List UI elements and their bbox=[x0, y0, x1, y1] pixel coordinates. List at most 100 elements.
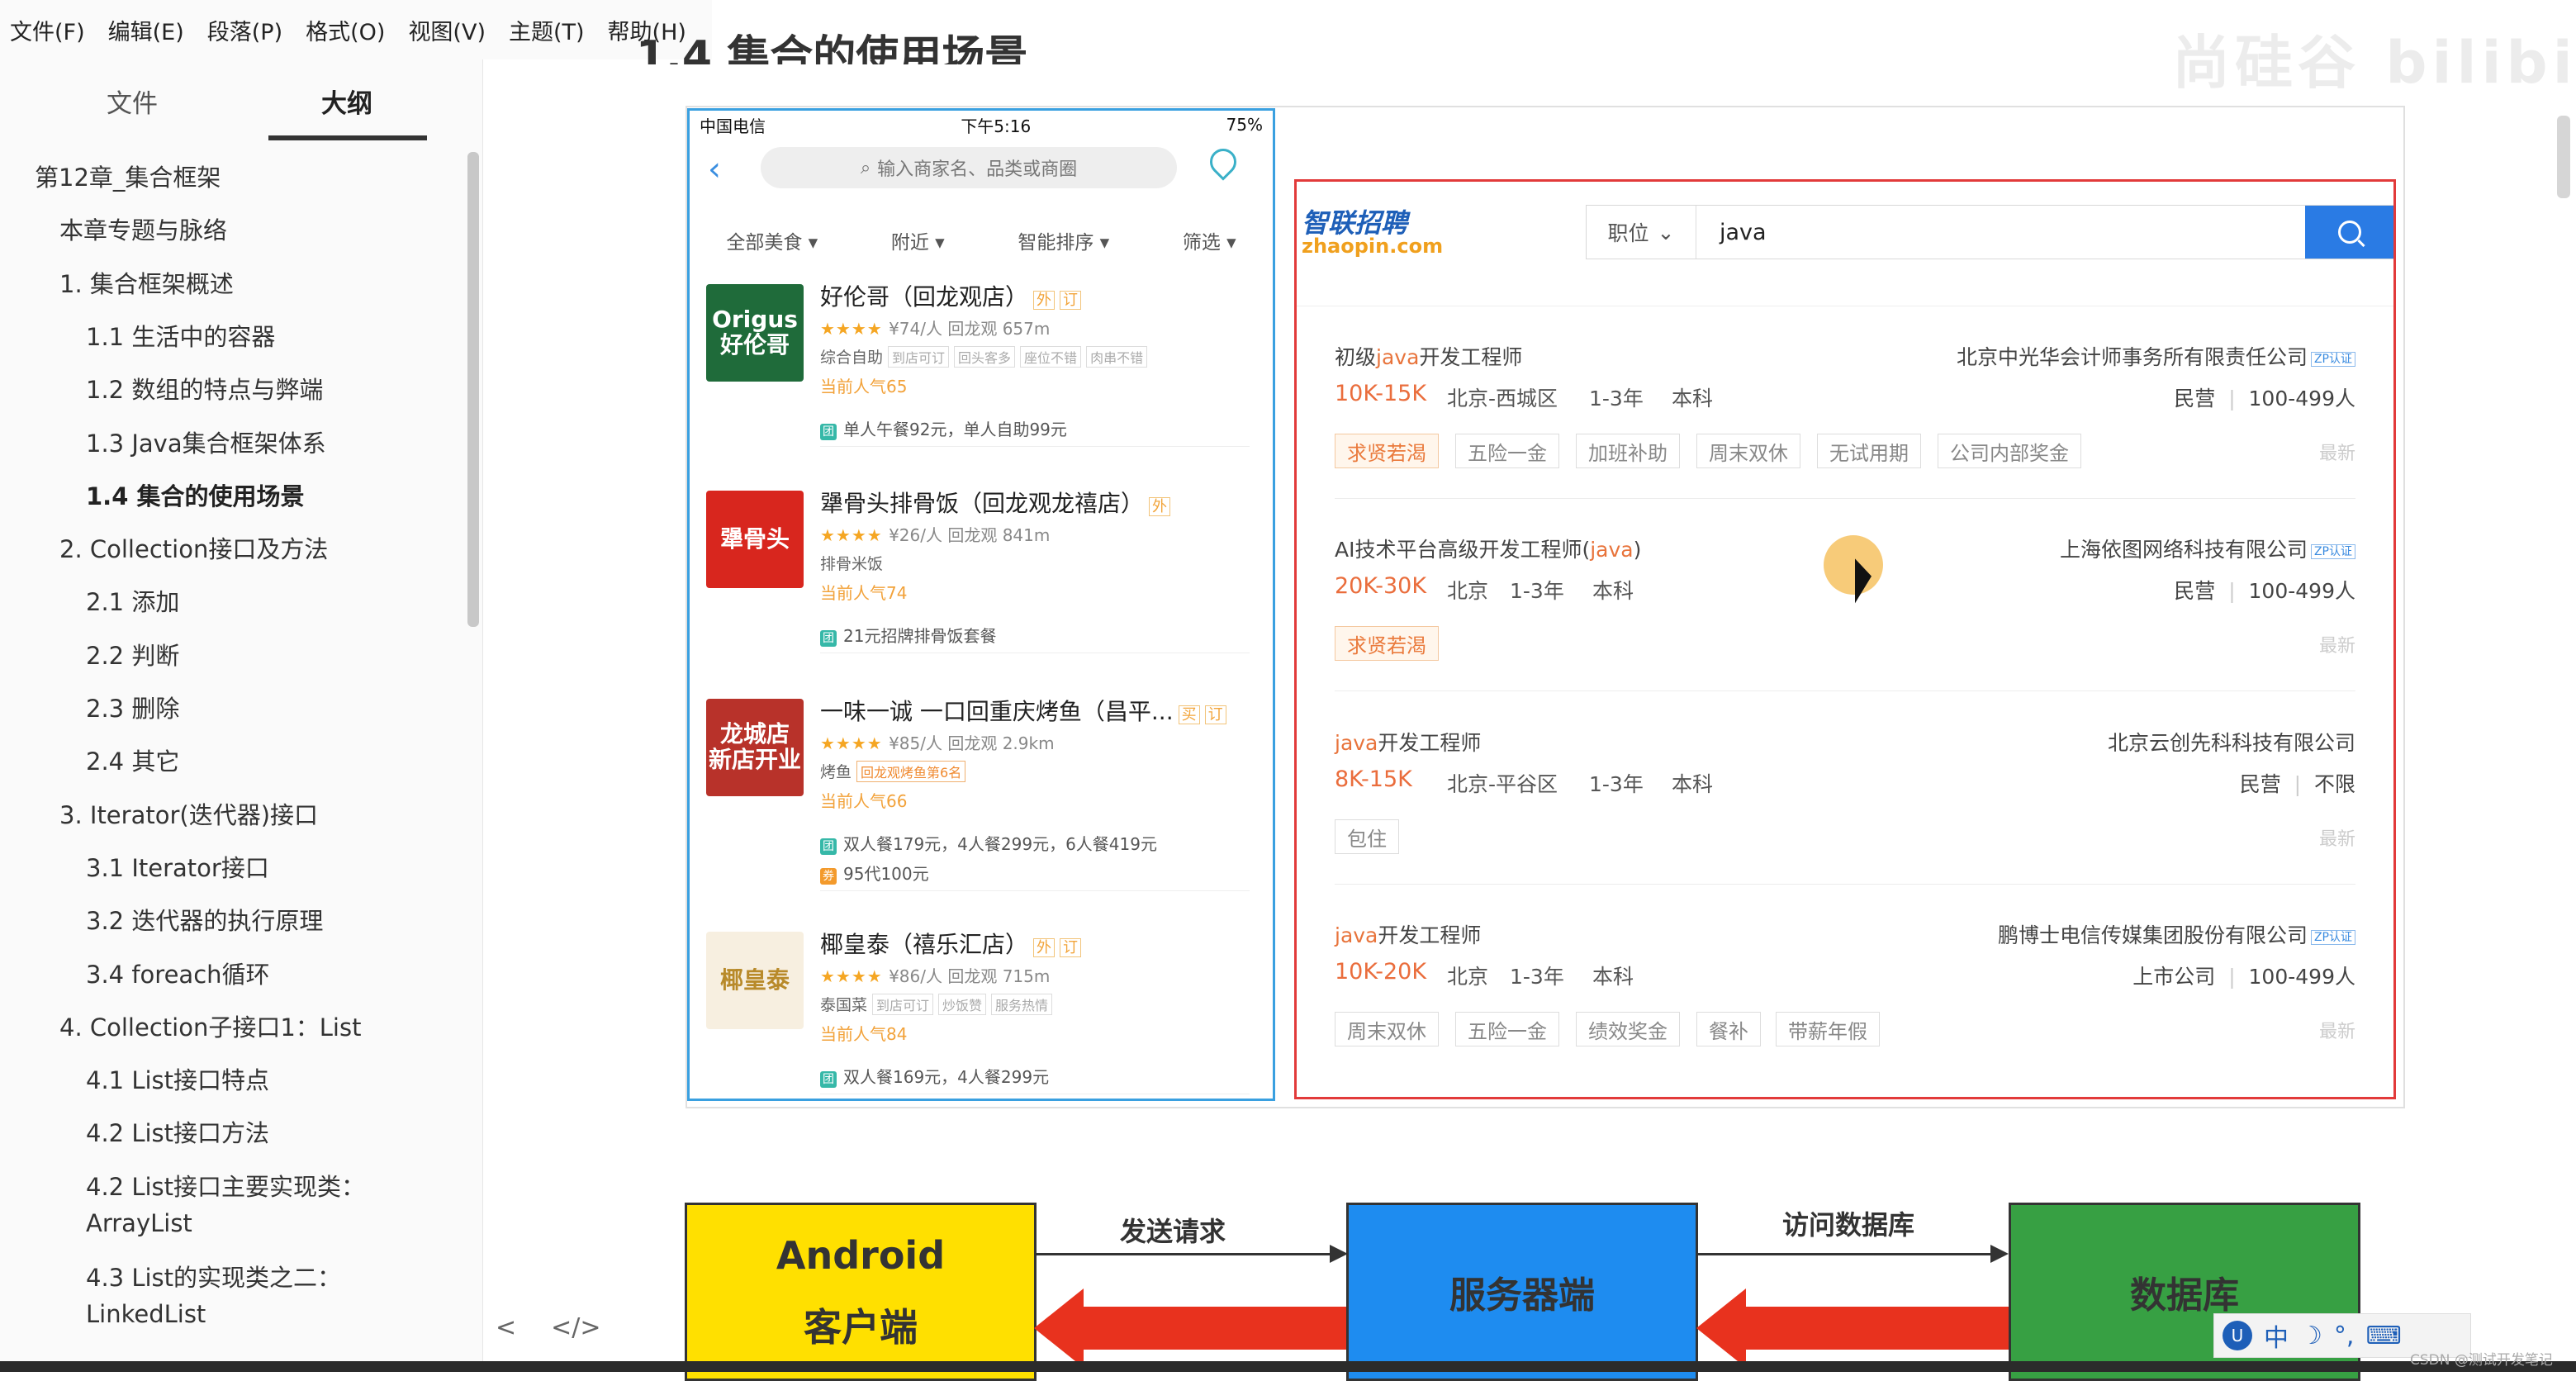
shop-meta: ★★★★ ¥86/人 回龙观 715m bbox=[820, 966, 1051, 986]
csdn-watermark: CSDN @测试开发笔记 bbox=[2410, 1352, 2553, 1369]
job-title[interactable]: 初级java开发工程师 bbox=[1335, 341, 1522, 371]
outline-item[interactable]: 3.4 foreach循环 bbox=[86, 956, 270, 990]
shop-tag: 外 bbox=[1033, 938, 1056, 957]
deal-badge-icon: 券 bbox=[820, 868, 837, 885]
outline-item[interactable]: 4.2 List接口主要实现类： bbox=[86, 1168, 365, 1203]
menu-edit[interactable]: 编辑(E) bbox=[108, 14, 184, 46]
search-icon: ⌕ bbox=[860, 157, 871, 178]
job-divider bbox=[1335, 884, 2355, 885]
job-benefit-tag: 绩效奖金 bbox=[1576, 1012, 1680, 1046]
menu-view[interactable]: 视图(V) bbox=[408, 14, 486, 46]
response-arrow bbox=[1082, 1307, 1346, 1350]
section-heading: 1.4 集合的使用场景 bbox=[636, 32, 1028, 64]
sidebar-scrollbar[interactable] bbox=[467, 152, 479, 627]
job-benefit-tag: 求贤若渴 bbox=[1335, 434, 1439, 468]
job-salary: 20K-30K bbox=[1335, 573, 1427, 599]
company-name[interactable]: 鹏博士电信传媒集团股份有限公司 ZP认证 bbox=[1998, 919, 2355, 949]
company-name[interactable]: 北京云创先科科技有限公司 bbox=[2108, 727, 2355, 757]
shop-deal[interactable]: 团双人餐169元，4人餐299元 bbox=[820, 1064, 1049, 1088]
outline-item[interactable]: 3.1 Iterator接口 bbox=[86, 849, 269, 884]
tab-outline[interactable]: 大纲 bbox=[264, 83, 429, 120]
filter-dropdown[interactable]: 智能排序 ▾ bbox=[1018, 226, 1109, 254]
keyboard-icon[interactable]: ⌨ bbox=[2365, 1322, 2401, 1350]
db-access-label: 访问数据库 bbox=[1782, 1209, 1915, 1241]
company-type-size: 上市公司 | 100-499人 bbox=[2132, 965, 2355, 989]
outline-item-continued[interactable]: ArrayList bbox=[86, 1209, 192, 1237]
outline-item[interactable]: 3. Iterator(迭代器)接口 bbox=[59, 796, 318, 831]
outline-item[interactable]: 2.1 添加 bbox=[86, 583, 179, 618]
outline-item[interactable]: 第12章_集合框架 bbox=[35, 159, 221, 193]
source-mode-button[interactable]: </> bbox=[551, 1313, 600, 1342]
company-name[interactable]: 上海依图网络科技有限公司 ZP认证 bbox=[2060, 534, 2355, 563]
job-divider bbox=[1335, 690, 2355, 691]
menu-paragraph[interactable]: 段落(P) bbox=[207, 14, 282, 46]
outline-item[interactable]: 1. 集合框架概述 bbox=[59, 265, 234, 300]
outline-item[interactable]: 1.3 Java集合框架体系 bbox=[86, 425, 326, 459]
menu-file[interactable]: 文件(F) bbox=[10, 14, 85, 46]
job-search-button[interactable] bbox=[2305, 206, 2393, 259]
shop-deal[interactable]: 团 21元招牌排骨饭套餐 bbox=[820, 623, 996, 647]
job-salary: 10K-15K bbox=[1335, 381, 1427, 406]
job-benefit-tag: 五险一金 bbox=[1455, 434, 1559, 468]
punctuation-icon[interactable]: °, bbox=[2334, 1322, 2355, 1350]
company-name[interactable]: 北京中光华会计师事务所有限责任公司 ZP认证 bbox=[1957, 341, 2355, 371]
shop-popularity: 当前人气84 bbox=[820, 1024, 908, 1044]
outline-item[interactable]: 1.1 生活中的容器 bbox=[86, 318, 275, 353]
outline-item[interactable]: 2. Collection接口及方法 bbox=[59, 530, 328, 565]
moon-icon[interactable]: ☽ bbox=[2300, 1322, 2322, 1350]
job-city: 北京-平谷区 bbox=[1447, 772, 1558, 796]
menu-theme[interactable]: 主题(T) bbox=[509, 14, 585, 46]
rating-stars-icon: ★★★★ bbox=[820, 525, 890, 545]
outline-item[interactable]: 1.4 集合的使用场景 bbox=[86, 477, 304, 512]
job-title[interactable]: java开发工程师 bbox=[1335, 727, 1481, 757]
job-benefit-tag: 加班补助 bbox=[1576, 434, 1680, 468]
tab-files[interactable]: 文件 bbox=[50, 83, 215, 120]
shop-feature-tag: 炒饭赞 bbox=[938, 994, 987, 1015]
job-search-header: 智联招聘 zhaopin.com 职位 ⌄ java bbox=[1297, 182, 2393, 306]
shop-deal[interactable]: 团双人餐179元，4人餐299元，6人餐419元 bbox=[820, 831, 1157, 855]
menu-format[interactable]: 格式(O) bbox=[306, 14, 385, 46]
outline-item[interactable]: 3.2 迭代器的执行原理 bbox=[86, 902, 323, 937]
ime-mode[interactable]: 中 bbox=[2264, 1317, 2289, 1354]
job-search-input[interactable]: java bbox=[1696, 206, 2305, 259]
company-type-size: 民营 | 100-499人 bbox=[2174, 387, 2355, 411]
deal-badge-icon: 团 bbox=[820, 838, 837, 855]
outline-item[interactable]: 本章专题与脉络 bbox=[59, 211, 227, 246]
watermark-logo: 尚硅谷 bilibili bbox=[2172, 29, 2576, 97]
filter-dropdown[interactable]: 附近 ▾ bbox=[891, 226, 945, 254]
shop-feature-tag: 回头客多 bbox=[954, 346, 1016, 368]
outline-item[interactable]: 2.4 其它 bbox=[86, 743, 179, 777]
shop-feature-tag: 服务热情 bbox=[991, 994, 1053, 1015]
filter-dropdown[interactable]: 全部美食 ▾ bbox=[726, 226, 818, 254]
shop-thumbnail: 犟骨头 bbox=[706, 491, 804, 588]
shop-deal[interactable]: 券 95代100元 bbox=[820, 861, 929, 885]
db-access-arrowhead bbox=[1990, 1245, 2009, 1263]
search-icon bbox=[2338, 221, 2361, 244]
shop-tag: 外 bbox=[1033, 291, 1056, 310]
phone-search-input[interactable]: ⌕ 输入商家名、品类或商圈 bbox=[761, 147, 1177, 188]
deal-badge-icon: 团 bbox=[820, 630, 837, 647]
job-category-select[interactable]: 职位 ⌄ bbox=[1587, 206, 1696, 259]
outline-item-continued[interactable]: LinkedList bbox=[86, 1300, 206, 1328]
shop-tag: 外 bbox=[1149, 497, 1171, 516]
main-scrollbar[interactable] bbox=[2557, 116, 2570, 198]
filter-dropdown[interactable]: 筛选 ▾ bbox=[1183, 226, 1236, 254]
back-chevron-icon[interactable]: ‹ bbox=[708, 150, 721, 188]
job-title[interactable]: java开发工程师 bbox=[1335, 919, 1481, 949]
map-pin-icon[interactable] bbox=[1204, 143, 1242, 181]
shop-tag: 买 bbox=[1178, 705, 1200, 724]
outline-item[interactable]: 4.2 List接口方法 bbox=[86, 1114, 269, 1149]
outline-item[interactable]: 4.1 List接口特点 bbox=[86, 1061, 269, 1096]
ime-logo-icon: U bbox=[2223, 1321, 2252, 1350]
outline-item[interactable]: 1.2 数组的特点与弊端 bbox=[86, 371, 323, 406]
deal-badge-icon: 团 bbox=[820, 1071, 837, 1088]
shop-popularity: 当前人气66 bbox=[820, 791, 908, 811]
job-title[interactable]: AI技术平台高级开发工程师(java) bbox=[1335, 534, 1641, 563]
job-education: 本科 bbox=[1592, 965, 1634, 989]
outline-item[interactable]: 4.3 List的实现类之二： bbox=[86, 1259, 341, 1293]
outline-item[interactable]: 4. Collection子接口1：List bbox=[59, 1008, 361, 1043]
shop-deal[interactable]: 团单人午餐92元，单人自助99元 bbox=[820, 416, 1067, 440]
outline-item[interactable]: 2.2 判断 bbox=[86, 637, 179, 672]
collapse-sidebar-button[interactable]: < bbox=[496, 1313, 516, 1342]
outline-item[interactable]: 2.3 删除 bbox=[86, 690, 179, 724]
